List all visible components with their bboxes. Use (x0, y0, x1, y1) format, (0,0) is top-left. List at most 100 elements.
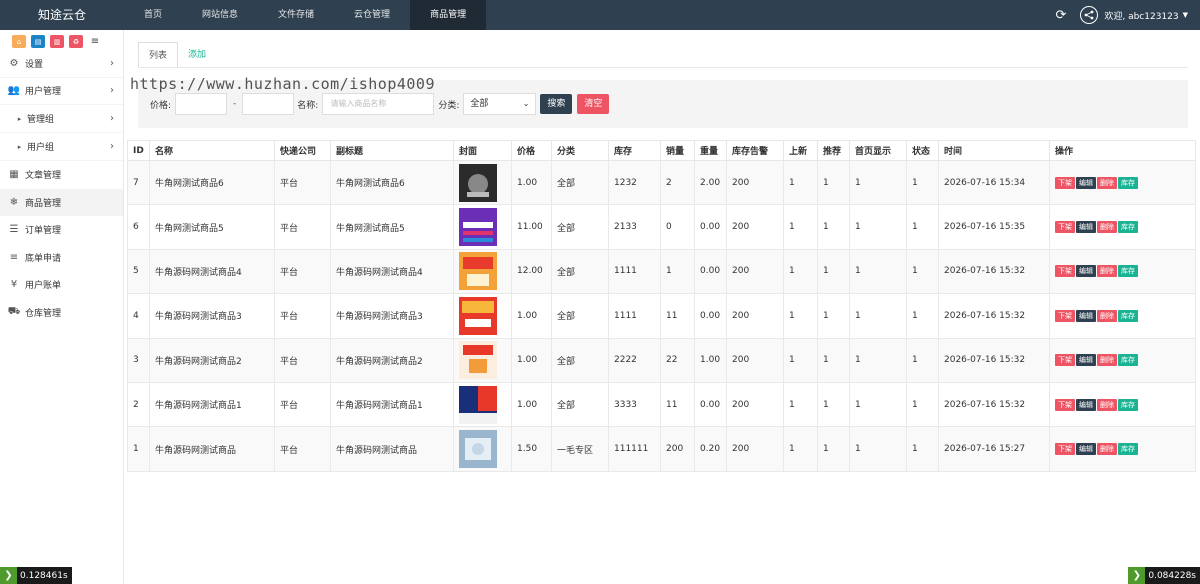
cell-new: 1 (783, 381, 818, 428)
delete-button[interactable]: 删除 (1097, 309, 1117, 322)
cell-courier: 平台 (274, 293, 331, 339)
sidebar-item-label: 管理组 (27, 115, 55, 125)
stock-button[interactable]: 库存 (1118, 354, 1138, 367)
edit-button[interactable]: 编辑 (1076, 443, 1096, 456)
nav-site-info[interactable]: 网站信息 (182, 0, 258, 30)
delete-button[interactable]: 删除 (1097, 443, 1117, 456)
share-alt-icon[interactable] (1080, 6, 1099, 24)
price-min-input[interactable] (175, 93, 228, 115)
product-cover-image[interactable] (459, 341, 497, 380)
stock-button[interactable]: 库存 (1118, 176, 1138, 189)
table-header-row: ID 名称 快递公司 副标题 封面 价格 分类 库存 销量 重量 库存告警 上新… (127, 140, 1196, 161)
search-button[interactable]: 搜索 (540, 94, 573, 114)
cell-cover (453, 293, 512, 339)
off-shelf-button[interactable]: 下架 (1055, 265, 1075, 278)
off-shelf-button[interactable]: 下架 (1055, 443, 1075, 456)
cell-actions: 下架 编辑 删除 库存 (1049, 337, 1196, 383)
caret-right-icon: ▸ (17, 114, 22, 123)
cell-subtitle: 牛角源码网测试商品1 (330, 381, 454, 428)
delete-button[interactable]: 删除 (1097, 265, 1117, 278)
delete-button[interactable]: 删除 (1097, 176, 1117, 189)
cell-stock: 3333 (608, 381, 661, 428)
tab-list[interactable]: 列表 (138, 42, 179, 68)
tab-add[interactable]: 添加 (178, 42, 216, 68)
sidebar-item-users[interactable]: 👥 用户管理 › (0, 78, 123, 105)
sidebar-item-admin-groups[interactable]: ▸ 管理组 › (0, 105, 123, 133)
edit-button[interactable]: 编辑 (1076, 265, 1096, 278)
cell-subtitle: 牛角源码网测试商品2 (330, 337, 454, 383)
list-icon[interactable]: ≡ (88, 35, 102, 48)
name-input[interactable]: 请输入商品名称 (322, 93, 435, 115)
edit-button[interactable]: 编辑 (1076, 221, 1096, 234)
cell-homepage: 1 (849, 293, 907, 339)
product-cover-image[interactable] (459, 430, 497, 469)
cell-sales: 22 (660, 337, 695, 383)
edit-button[interactable]: 编辑 (1076, 176, 1096, 189)
off-shelf-button[interactable]: 下架 (1055, 221, 1075, 234)
edit-button[interactable]: 编辑 (1076, 354, 1096, 367)
product-cover-image[interactable] (459, 163, 497, 202)
cell-subtitle: 牛角网测试商品6 (330, 159, 454, 206)
off-shelf-button[interactable]: 下架 (1055, 309, 1075, 322)
delete-button[interactable]: 删除 (1097, 398, 1117, 411)
cell-name: 牛角源码网测试商品3 (149, 293, 275, 339)
sidebar-item-warehouses[interactable]: ⛟ 仓库管理 (0, 299, 123, 327)
stock-button[interactable]: 库存 (1118, 265, 1138, 278)
sidebar-item-label: 底单申请 (25, 253, 62, 264)
file-icon[interactable]: ▤ (31, 35, 45, 48)
cell-actions: 下架 编辑 删除 库存 (1049, 204, 1196, 250)
sidebar-item-receipts[interactable]: ≡ 底单申请 (0, 244, 123, 272)
cell-cover (453, 159, 512, 206)
sidebar-item-user-groups[interactable]: ▸ 用户组 › (0, 133, 123, 161)
cell-courier: 平台 (274, 159, 331, 206)
sidebar-item-settings[interactable]: ⚙ 设置 › (0, 50, 123, 78)
cell-sales: 11 (660, 381, 695, 428)
cell-weight: 0.00 (694, 248, 727, 295)
sidebar-item-products[interactable]: ❄ 商品管理 (0, 188, 123, 216)
home-icon[interactable]: ⌂ (12, 35, 26, 48)
category-select[interactable]: 全部 ⌄ (463, 93, 537, 115)
trash-icon[interactable]: ▥ (50, 35, 64, 48)
cell-status: 1 (906, 159, 939, 206)
cell-sales: 2 (660, 159, 695, 206)
stock-button[interactable]: 库存 (1118, 443, 1138, 456)
caret-down-icon[interactable]: ▼ (1183, 11, 1188, 19)
nav-product-management[interactable]: 商品管理 (410, 0, 487, 30)
cell-new: 1 (783, 159, 818, 206)
nav-cloud-warehouse[interactable]: 云仓管理 (334, 0, 410, 30)
delete-button[interactable]: 删除 (1097, 354, 1117, 367)
chevron-right-icon: › (110, 113, 114, 124)
off-shelf-button[interactable]: 下架 (1055, 176, 1075, 189)
sidebar-item-label: 设置 (25, 59, 44, 70)
cell-actions: 下架 编辑 删除 库存 (1049, 381, 1196, 428)
recycle-icon[interactable]: ♻ (69, 35, 83, 48)
sidebar-item-bills[interactable]: ¥ 用户账单 (0, 271, 123, 299)
stock-button[interactable]: 库存 (1118, 221, 1138, 234)
edit-button[interactable]: 编辑 (1076, 309, 1096, 322)
nav-file-storage[interactable]: 文件存储 (258, 0, 334, 30)
cell-time: 2026-07-16 15:35 (938, 204, 1050, 250)
off-shelf-button[interactable]: 下架 (1055, 354, 1075, 367)
brand-logo[interactable]: 知途云仓 (0, 0, 124, 30)
top-navbar: 知途云仓 首页 网站信息 文件存储 云仓管理 商品管理 ⟳ 欢迎, abc123… (0, 0, 1200, 30)
nav-home[interactable]: 首页 (124, 0, 182, 30)
product-cover-image[interactable] (459, 208, 497, 247)
clear-button[interactable]: 清空 (577, 94, 610, 114)
sidebar-item-orders[interactable]: ☰ 订单管理 (0, 216, 123, 244)
chevron-right-icon: › (110, 57, 114, 69)
delete-button[interactable]: 删除 (1097, 221, 1117, 234)
edit-button[interactable]: 编辑 (1076, 398, 1096, 411)
col-subtitle: 副标题 (330, 140, 454, 161)
price-max-input[interactable] (242, 93, 295, 115)
user-welcome[interactable]: 欢迎, abc123123 (1104, 9, 1178, 22)
product-cover-image[interactable] (459, 252, 497, 291)
product-cover-image[interactable] (459, 385, 497, 424)
stock-button[interactable]: 库存 (1118, 398, 1138, 411)
off-shelf-button[interactable]: 下架 (1055, 398, 1075, 411)
cell-id: 6 (127, 204, 150, 250)
refresh-icon[interactable]: ⟳ (1055, 8, 1066, 23)
sidebar-item-articles[interactable]: ▦ 文章管理 (0, 161, 123, 189)
stock-button[interactable]: 库存 (1118, 309, 1138, 322)
cell-name: 牛角源码网测试商品1 (149, 381, 275, 428)
product-cover-image[interactable] (459, 296, 497, 335)
